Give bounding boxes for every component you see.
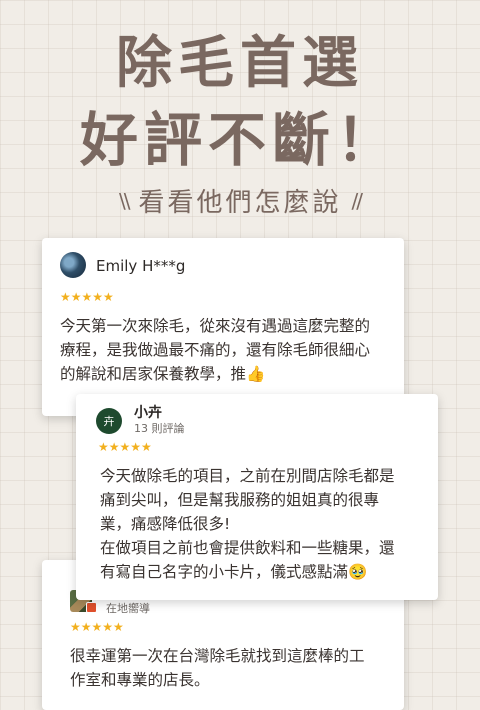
reviewer-meta: 在地嚮導	[106, 602, 150, 615]
reviewer-meta: 13 則評論	[134, 422, 185, 435]
subtitle-left-deco: \\	[119, 188, 131, 213]
review-text: 今天做除毛的項目，之前在別間店除毛都是 痛到尖叫，但是幫我服務的姐姐真的很專 業…	[100, 467, 395, 581]
review-text: 今天第一次來除毛，從來沒有遇過這麼完整的 療程，是我做過最不痛的，還有除毛師很細…	[60, 317, 371, 383]
star-rating: ★★★★★	[60, 290, 114, 304]
star-rating: ★★★★★	[70, 620, 124, 634]
reviewer-name: 小卉	[134, 405, 162, 421]
reviewer-name: Emily H***g	[96, 257, 186, 275]
subtitle-right-deco: //	[351, 188, 364, 213]
headline-line1: 除毛首選	[116, 30, 364, 96]
review-card-1: Emily H***g ★★★★★ 今天第一次來除毛，從來沒有遇過這麼完整的 療…	[42, 238, 404, 416]
subtitle: \\ 看看他們怎麼說 //	[0, 182, 480, 219]
star-rating: ★★★★★	[98, 440, 152, 454]
reviewer-avatar	[60, 252, 86, 278]
headline-line2: 好評不斷！	[79, 106, 400, 174]
subtitle-text: 看看他們怎麼說	[138, 188, 342, 218]
avatar-letter: 卉	[103, 415, 115, 428]
reviewer-avatar: 卉	[96, 408, 122, 434]
review-card-2: 卉 小卉 13 則評論 ★★★★★ 今天做除毛的項目，之前在別間店除毛都是 痛到…	[76, 394, 438, 600]
review-text: 很幸運第一次在台灣除毛就找到這麼棒的工 作室和專業的店長。	[70, 647, 365, 689]
local-guide-badge-icon	[86, 602, 97, 613]
